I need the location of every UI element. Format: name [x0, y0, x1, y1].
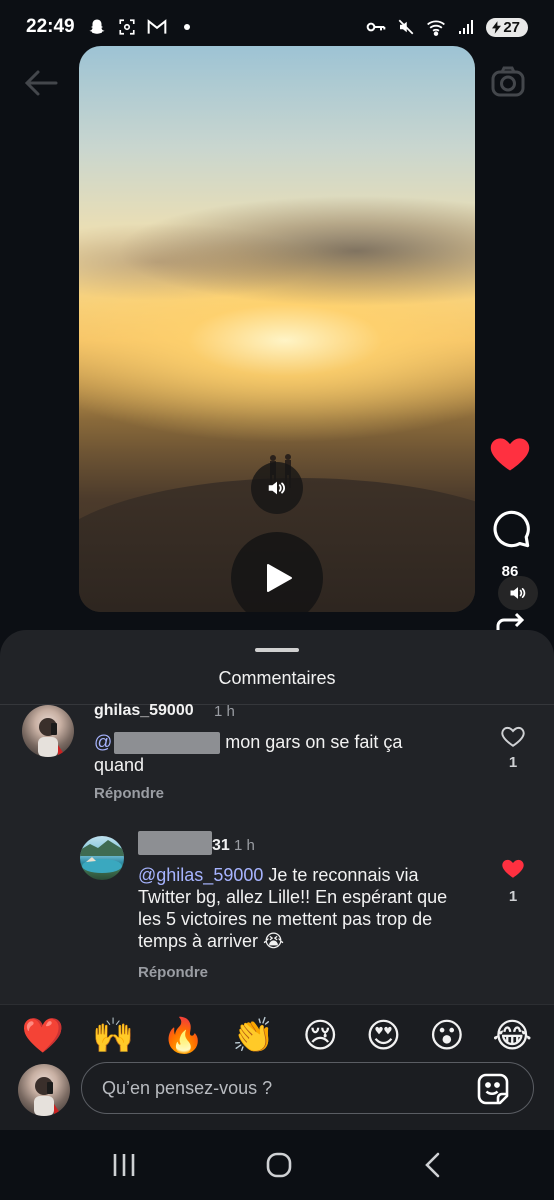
- avatar: [18, 1064, 70, 1116]
- emoji-laughing[interactable]: 😂: [492, 1016, 532, 1056]
- mute-icon: [396, 17, 416, 37]
- sticker-icon[interactable]: [476, 1072, 510, 1106]
- video-sound-button[interactable]: [251, 462, 303, 514]
- reply-button[interactable]: Répondre: [138, 964, 208, 981]
- dot-icon: [177, 17, 197, 37]
- emoji-surprised[interactable]: 😮: [429, 1016, 464, 1056]
- system-nav-bar: [0, 1130, 554, 1200]
- status-time: 22:49: [26, 16, 75, 37]
- recent-apps-icon[interactable]: [108, 1150, 142, 1180]
- comment-input[interactable]: [81, 1062, 534, 1114]
- redacted-username: [138, 831, 212, 855]
- emoji-raising-hands[interactable]: 🙌: [92, 1016, 134, 1056]
- status-notification-icons: [87, 17, 197, 37]
- emoji-heart[interactable]: ❤️: [22, 1016, 64, 1056]
- status-system-icons: 27: [366, 17, 528, 37]
- like-button[interactable]: [488, 432, 532, 476]
- comment-mention[interactable]: @ghilas_59000: [138, 865, 263, 885]
- signal-icon: [456, 17, 476, 37]
- side-sound-toggle[interactable]: [498, 576, 538, 610]
- play-icon: [267, 564, 292, 592]
- comment-time: 1 h: [234, 837, 255, 854]
- key-icon: [366, 17, 386, 37]
- emoji-fire[interactable]: 🔥: [162, 1016, 204, 1056]
- video-clouds: [79, 196, 475, 306]
- comment-2: 31 1 h @ghilas_59000 Je te reconnais via…: [0, 630, 554, 990]
- home-icon[interactable]: [262, 1150, 296, 1180]
- avatar[interactable]: [80, 836, 124, 880]
- comment-username-suffix[interactable]: 31: [212, 837, 230, 855]
- charging-icon: [492, 20, 502, 34]
- comment-like-count: 1: [508, 888, 518, 905]
- comment-button[interactable]: [490, 508, 532, 550]
- gmail-icon: [147, 17, 167, 37]
- nav-back-icon[interactable]: [418, 1150, 452, 1180]
- heart-filled-icon: [502, 859, 524, 878]
- reel-video[interactable]: [79, 46, 475, 612]
- emoji-crying[interactable]: 😢: [303, 1016, 338, 1056]
- speaker-icon: [510, 587, 526, 599]
- comment-bubble-icon: [493, 510, 530, 548]
- comment-like-button[interactable]: [500, 856, 526, 880]
- battery-indicator: 27: [486, 17, 528, 37]
- camera-icon[interactable]: [490, 64, 526, 100]
- snapchat-icon: [87, 17, 107, 37]
- emoji-reaction-bar: ❤️ 🙌 🔥 👏 😢 😍 😮 😂: [0, 1004, 554, 1066]
- battery-level: 27: [503, 18, 520, 36]
- screenshot-icon: [117, 17, 137, 37]
- back-arrow-icon[interactable]: [22, 64, 60, 102]
- comment-text: @ghilas_59000 Je te reconnais via Twitte…: [138, 864, 474, 952]
- heart-filled-icon: [490, 438, 530, 471]
- wifi-icon: [426, 17, 446, 37]
- comment-composer: [0, 1062, 554, 1130]
- emoji-clapping[interactable]: 👏: [232, 1016, 274, 1056]
- speaker-icon: [268, 481, 286, 495]
- emoji-heart-eyes[interactable]: 😍: [366, 1016, 401, 1056]
